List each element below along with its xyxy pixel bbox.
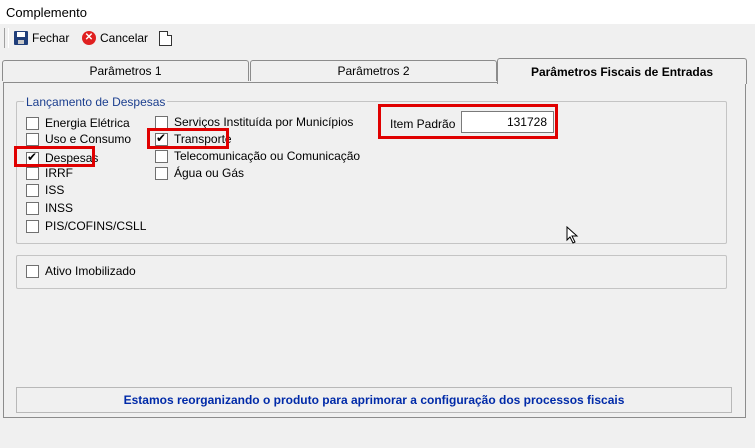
checkbox-uso-consumo[interactable]: Uso e Consumo	[26, 131, 131, 147]
checkbox-box	[155, 149, 168, 163]
save-icon	[14, 31, 28, 45]
checkbox-label: PIS/COFINS/CSLL	[45, 219, 147, 233]
checkbox-box	[26, 219, 39, 233]
tab-label: Parâmetros 1	[89, 64, 162, 78]
checkbox-energia-eletrica[interactable]: Energia Elétrica	[26, 115, 130, 131]
checkbox-box	[26, 264, 39, 278]
tab-parametros-2[interactable]: Parâmetros 2	[250, 60, 497, 81]
checkbox-telecomunicacao[interactable]: Telecomunicação ou Comunicação	[155, 148, 360, 164]
checkbox-iss[interactable]: ISS	[26, 182, 64, 198]
document-icon	[159, 30, 172, 46]
cancelar-button[interactable]: ✕ Cancelar	[82, 27, 148, 49]
info-message-bar: Estamos reorganizando o produto para apr…	[16, 387, 732, 413]
checkbox-box	[155, 166, 168, 180]
checkbox-label: ISS	[45, 183, 65, 197]
checkbox-label: Energia Elétrica	[45, 116, 130, 130]
fechar-button[interactable]: Fechar	[14, 27, 69, 49]
checkbox-box	[26, 116, 39, 130]
checkbox-label: Serviços Instituída por Municípios	[174, 115, 354, 129]
tab-label: Parâmetros 2	[337, 64, 410, 78]
window-title: Complemento	[6, 5, 87, 20]
highlight-item-padrao	[378, 104, 558, 139]
title-bar: Complemento	[0, 0, 755, 25]
checkbox-box	[26, 166, 39, 180]
tab-label: Parâmetros Fiscais de Entradas	[530, 65, 714, 79]
checkbox-ativo-imobilizado[interactable]: Ativo Imobilizado	[26, 263, 136, 279]
checkbox-box	[155, 115, 168, 129]
tab-parametros-1[interactable]: Parâmetros 1	[2, 60, 249, 81]
checkbox-box	[26, 201, 39, 215]
toolbar: Fechar ✕ Cancelar	[0, 24, 755, 52]
checkbox-pis-cofins-csll[interactable]: PIS/COFINS/CSLL	[26, 218, 146, 234]
fechar-label: Fechar	[32, 31, 70, 45]
checkbox-label: INSS	[45, 201, 74, 215]
checkbox-label: IRRF	[45, 166, 73, 180]
checkbox-box	[26, 183, 39, 197]
tab-parametros-fiscais[interactable]: Parâmetros Fiscais de Entradas	[497, 58, 747, 84]
checkbox-label: Água ou Gás	[174, 166, 245, 180]
toolbar-grip[interactable]	[4, 28, 9, 48]
checkbox-inss[interactable]: INSS	[26, 200, 73, 216]
highlight-despesas	[14, 146, 95, 167]
info-message: Estamos reorganizando o produto para apr…	[123, 393, 625, 407]
checkbox-label: Uso e Consumo	[45, 132, 132, 146]
new-document-button[interactable]	[159, 27, 172, 49]
checkbox-irrf[interactable]: IRRF	[26, 165, 73, 181]
highlight-transporte	[147, 128, 229, 149]
checkbox-box	[26, 132, 39, 146]
cancelar-label: Cancelar	[100, 31, 149, 45]
checkbox-agua-gas[interactable]: Água ou Gás	[155, 165, 244, 181]
cancel-icon: ✕	[82, 31, 96, 45]
checkbox-label: Ativo Imobilizado	[45, 264, 136, 278]
mouse-cursor-icon	[566, 226, 579, 244]
checkbox-label: Telecomunicação ou Comunicação	[174, 149, 361, 163]
lancamento-group-title: Lançamento de Despesas	[24, 95, 168, 109]
